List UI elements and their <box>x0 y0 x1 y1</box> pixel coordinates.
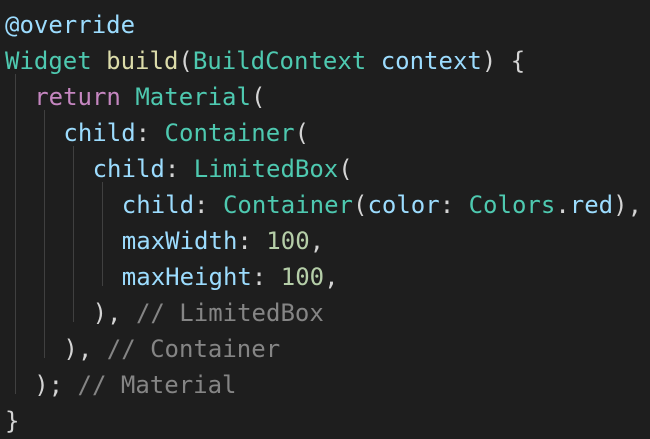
code-token-default: : <box>135 119 165 147</box>
code-token-param: red <box>569 191 614 219</box>
code-line: @override <box>5 7 135 43</box>
code-line: child: Container( <box>63 115 309 151</box>
code-editor[interactable]: @override Widget build(BuildContext conte… <box>0 0 650 436</box>
indent-guide <box>102 182 103 286</box>
code-token-param: context <box>380 47 482 75</box>
code-token-comment-dim: // Material <box>77 371 237 399</box>
code-token-default: ), <box>63 335 93 363</box>
code-token-param: @override <box>5 11 136 39</box>
code-line: ); // Material <box>34 367 236 403</box>
code-token-param: child <box>121 191 195 219</box>
code-token-type: LimitedBox <box>193 155 339 183</box>
code-token-default: : <box>237 227 267 255</box>
code-token-default: : <box>251 263 281 291</box>
code-token-type: Container <box>164 119 295 147</box>
code-token-param: child <box>63 119 136 147</box>
code-token-default: ( <box>338 155 353 183</box>
code-token-type: BuildContext <box>192 47 367 75</box>
code-line: maxWidth: 100, <box>122 223 324 259</box>
code-token-keyword: return <box>34 83 121 111</box>
code-token-param: color <box>367 191 440 219</box>
code-token-default: ); <box>34 371 64 399</box>
code-token-default: . <box>555 191 570 219</box>
code-line: child: Container(color: Colors.red), <box>122 187 642 223</box>
code-token-comment-dim: // LimitedBox <box>135 299 324 327</box>
code-line: Widget build(BuildContext context) { <box>5 43 525 79</box>
code-token-func: build <box>106 47 179 75</box>
code-token-number: 100 <box>266 227 310 255</box>
code-token-default <box>122 299 136 327</box>
indent-guide <box>44 110 45 358</box>
code-token-default <box>92 47 106 75</box>
code-line: return Material( <box>34 79 265 115</box>
code-token-default: : <box>194 191 223 219</box>
code-token-default <box>366 47 380 75</box>
code-token-default: ), <box>92 299 122 327</box>
code-token-type: Container <box>222 191 353 219</box>
code-token-type: Material <box>135 83 251 111</box>
code-token-param: maxWidth <box>121 227 238 255</box>
code-token-default <box>92 335 106 363</box>
code-token-default: } <box>5 407 20 435</box>
code-token-default: : <box>164 155 194 183</box>
code-line: } <box>5 403 19 439</box>
code-token-type: Colors <box>468 191 556 219</box>
code-token-default <box>121 83 135 111</box>
code-line: ), // LimitedBox <box>93 295 324 331</box>
code-token-default <box>63 371 77 399</box>
code-line: child: LimitedBox( <box>93 151 353 187</box>
code-token-default: : <box>439 191 469 219</box>
code-token-comment-dim: // Container <box>106 335 281 363</box>
code-token-param: maxHeight <box>121 263 252 291</box>
code-token-default: ( <box>294 119 310 147</box>
code-token-default: ), <box>613 191 643 219</box>
code-line: maxHeight: 100, <box>122 259 339 295</box>
code-token-default: ( <box>250 83 266 111</box>
code-token-default: ( <box>353 191 368 219</box>
code-token-default: , <box>324 263 339 291</box>
code-token-default: ( <box>178 47 193 75</box>
indent-guide <box>73 146 74 322</box>
code-token-default: ) { <box>481 47 526 75</box>
indent-guide <box>15 74 16 394</box>
code-token-param: child <box>92 155 165 183</box>
code-line: ), // Container <box>63 331 280 367</box>
code-token-type: Widget <box>5 47 92 75</box>
code-token-number: 100 <box>280 263 325 291</box>
code-token-default: , <box>309 227 325 255</box>
